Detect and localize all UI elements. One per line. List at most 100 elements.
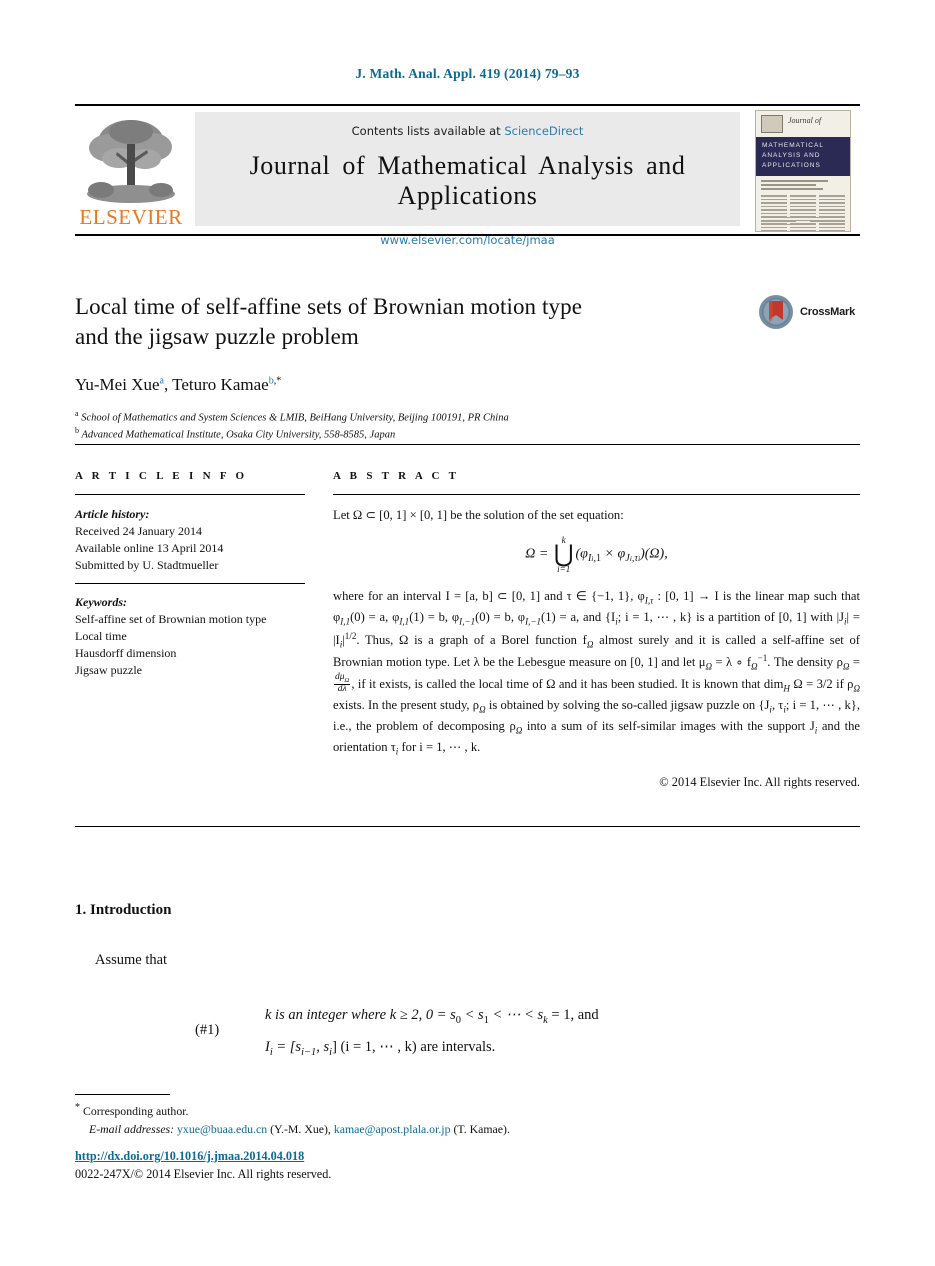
- affiliation-list: a School of Mathematics and System Scien…: [75, 408, 735, 443]
- affiliation-item: a School of Mathematics and System Scien…: [75, 408, 735, 426]
- abs-sub: I,1: [340, 616, 351, 627]
- eq-seg: = 1, and: [547, 1007, 599, 1023]
- crossmark-icon: [759, 295, 793, 329]
- affiliation-text-b: Advanced Mathematical Institute, Osaka C…: [81, 429, 396, 441]
- abstract-lead: Let Ω ⊂ [0, 1] × [0, 1] be the solution …: [333, 508, 624, 522]
- affiliation-text-a: School of Mathematics and System Science…: [81, 412, 509, 424]
- density-fraction: dμΩ dλ: [334, 672, 351, 695]
- article-info-column: A R T I C L E I N F O Article history: R…: [75, 470, 307, 677]
- elsevier-wordmark: ELSEVIER: [79, 205, 183, 229]
- article-history-item: Received 24 January 2014: [75, 524, 202, 539]
- elsevier-logo: ELSEVIER: [77, 112, 185, 230]
- abstract-column: A B S T R A C T Let Ω ⊂ [0, 1] × [0, 1] …: [333, 470, 860, 789]
- email-addresses-label: E-mail addresses:: [89, 1121, 175, 1136]
- journal-title: Journal of Mathematical Analysis and App…: [249, 151, 686, 210]
- abs-sub: I,1: [399, 616, 410, 627]
- abs-sub: I,−1: [459, 616, 476, 627]
- article-history: Article history: Received 24 January 201…: [75, 506, 307, 574]
- keyword-item: Self-affine set of Brownian motion type: [75, 612, 267, 627]
- eq-seg: ] (i = 1, ⋯ , k) are intervals.: [332, 1038, 496, 1055]
- abs-seg: (1) = b, φ: [409, 610, 460, 625]
- abs-seg: into a sum of its self-similar images wi…: [522, 719, 815, 734]
- author-name-2: Teturo Kamae: [172, 374, 269, 394]
- author-name-1: Yu-Mei Xue: [75, 374, 160, 394]
- equation-times: × φ: [601, 546, 626, 562]
- abs-seg: =: [849, 655, 860, 670]
- running-head: J. Math. Anal. Appl. 419 (2014) 79–93: [355, 66, 580, 81]
- footnote-divider: [75, 1094, 170, 1095]
- article-history-item: Submitted by U. Stadtmueller: [75, 558, 219, 573]
- issn-copyright-line: 0022-247X/© 2014 Elsevier Inc. All right…: [75, 1166, 332, 1181]
- masthead-center-panel: Contents lists available at ScienceDirec…: [195, 112, 740, 247]
- journal-masthead: ELSEVIER Contents lists available at Sci…: [75, 104, 860, 247]
- eq-sub: i−1: [301, 1046, 317, 1058]
- equation-lhs: Ω =: [525, 546, 549, 562]
- page-title: Local time of self-affine sets of Browni…: [75, 292, 735, 353]
- affiliation-mark-a: a: [75, 408, 79, 418]
- article-history-item: Available online 13 April 2014: [75, 541, 224, 556]
- keywords-list: Keywords: Self-affine set of Brownian mo…: [75, 594, 307, 679]
- numbered-equation-block: (#1) k is an integer where k ≥ 2, 0 = s0…: [195, 1000, 835, 1064]
- abs-seg: (0) = a, φ: [350, 610, 400, 625]
- union-operator: k ⋃ i=1: [554, 535, 574, 574]
- abs-seg: is obtained by solving the so-called jig…: [485, 698, 770, 713]
- abs-sub: Ω: [751, 661, 758, 672]
- cover-header: Journal of: [756, 111, 850, 137]
- doi-link[interactable]: http://dx.doi.org/10.1016/j.jmaa.2014.04…: [75, 1148, 675, 1166]
- corresponding-author-mark[interactable]: ,*: [274, 375, 282, 386]
- divider-article-info-keywords: [75, 583, 305, 584]
- email-owner-1: (Y.-M. Xue),: [270, 1121, 331, 1136]
- masthead-bottom-rule: [75, 234, 860, 236]
- abs-seg: (1) = a, and {I: [541, 610, 616, 625]
- keyword-item: Local time: [75, 629, 127, 644]
- abs-seg: , if it exists, is called the local time…: [351, 676, 784, 691]
- footnote-block: * Corresponding author. E-mail addresses…: [75, 1100, 775, 1138]
- assume-paragraph: Assume that: [95, 952, 168, 968]
- affiliation-mark-b: b: [75, 426, 79, 436]
- corresponding-author-footnote: * Corresponding author.: [75, 1100, 775, 1121]
- equation-rhs-close: )(Ω),: [640, 546, 668, 562]
- abs-seg: ; i = 1, ⋯ , k} is a partition of [0, 1]…: [617, 610, 844, 625]
- eq-seg: < ⋯ < s: [488, 1007, 544, 1023]
- keyword-item: Hausdorff dimension: [75, 646, 177, 661]
- abs-sub: Ω: [853, 683, 860, 694]
- abs-seg: , τ: [771, 698, 784, 713]
- equation-tag: (#1): [195, 1022, 220, 1038]
- abs-seg: = λ ∘ f: [712, 655, 752, 670]
- email-link-2[interactable]: kamae@apost.plala.or.jp: [334, 1122, 451, 1136]
- abs-seg: (0) = b, φ: [475, 610, 526, 625]
- article-info-heading: A R T I C L E I N F O: [75, 470, 248, 482]
- footnote-star-mark: *: [75, 1102, 80, 1113]
- journal-cover-thumbnail: Journal of MATHEMATICAL ANALYSIS AND APP…: [755, 110, 851, 232]
- abs-seg: . Thus, Ω is a graph of a Borel function…: [356, 632, 587, 647]
- fraction-num-sub: Ω: [344, 677, 350, 685]
- footer-doi-block: http://dx.doi.org/10.1016/j.jmaa.2014.04…: [75, 1148, 675, 1183]
- abs-seg: Ω = 3/2 if ρ: [789, 676, 854, 691]
- cover-title-band: MATHEMATICAL ANALYSIS AND APPLICATIONS: [756, 137, 850, 177]
- crossmark-badge[interactable]: CrossMark: [758, 292, 862, 332]
- cover-band-line1: MATHEMATICAL: [762, 142, 824, 149]
- eq-seg: , s: [316, 1038, 330, 1055]
- email-owner-2: (T. Kamae).: [453, 1121, 510, 1136]
- sciencedirect-link[interactable]: ScienceDirect: [504, 124, 583, 138]
- title-block: Local time of self-affine sets of Browni…: [75, 292, 735, 443]
- cover-band-line3: APPLICATIONS: [762, 162, 821, 170]
- abs-sup: −1: [757, 652, 768, 663]
- cover-publisher-badge: [761, 115, 783, 133]
- abs-sub: I,−1: [525, 616, 542, 627]
- abs-sup: 1/2: [344, 630, 357, 641]
- paper-page: J. Math. Anal. Appl. 419 (2014) 79–93 EL…: [0, 0, 935, 1266]
- abs-seg: exists. In the present study, ρ: [333, 698, 480, 713]
- contents-prefix: Contents lists available at: [351, 124, 501, 138]
- abs-seg: for i = 1, ⋯ , k.: [398, 740, 481, 755]
- eq-seg: < s: [461, 1007, 484, 1023]
- title-line-2: and the jigsaw puzzle problem: [75, 324, 359, 350]
- divider-below-abstract: [75, 826, 860, 827]
- email-link-1[interactable]: yxue@buaa.edu.cn: [177, 1122, 267, 1136]
- fraction-num-text: dμ: [335, 672, 345, 683]
- eq-seg: = [s: [272, 1038, 302, 1055]
- email-footnote: E-mail addresses: yxue@buaa.edu.cn (Y.-M…: [89, 1121, 775, 1139]
- crossmark-label: CrossMark: [800, 306, 856, 318]
- divider-after-affiliations: [75, 444, 860, 445]
- title-line-1: Local time of self-affine sets of Browni…: [75, 294, 583, 319]
